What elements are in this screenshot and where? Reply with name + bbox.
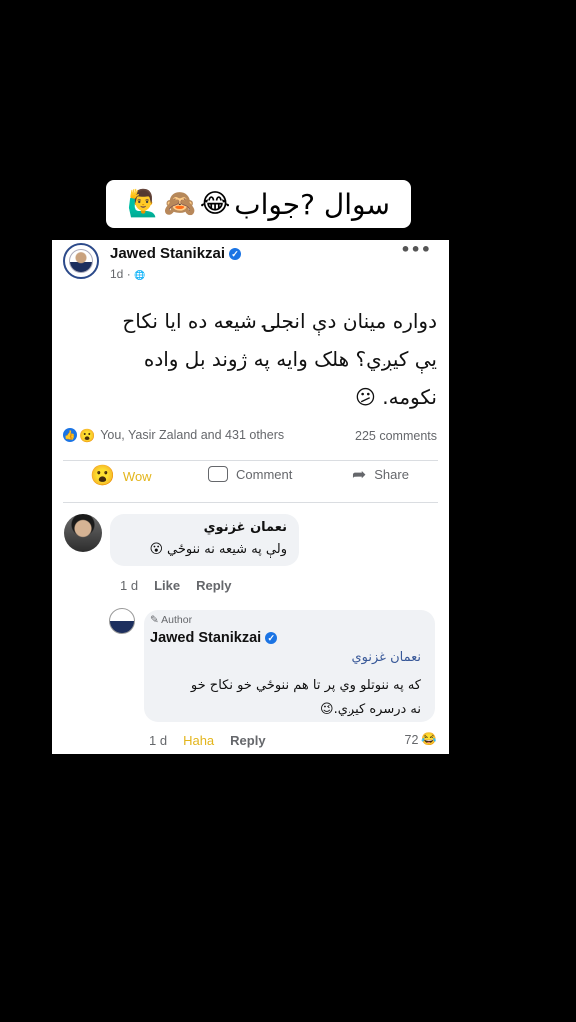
wow-label: Wow: [122, 468, 152, 484]
share-label: Share: [374, 467, 409, 482]
comment-body: ولې په شيعه نه ننوځي: [167, 542, 287, 557]
meta-separator: ·: [126, 267, 131, 281]
post-author-name[interactable]: Jawed Stanikzai: [110, 245, 225, 262]
reply-text-line-1: که په ننوتلو وي پر تا هم ننوځي خو نکاح خ…: [190, 678, 421, 693]
reply-author[interactable]: Jawed Stanikzai ✓: [150, 630, 278, 646]
comment-label: Comment: [236, 466, 293, 482]
reply-author-name[interactable]: Jawed Stanikzai: [150, 630, 261, 646]
post-text-line-2: يې کيږي؟ هلک وايه په ژوند بل واده: [143, 347, 437, 371]
reply-reaction-number: 72: [404, 732, 419, 747]
post-text-line-1: دواره مينان دې انجلۍ شيعه ده ايا نکاح: [122, 309, 437, 333]
raising-hand-icon: 🙋‍♂️: [127, 189, 160, 219]
facebook-post-card: Jawed Stanikzai ✓ 1d · 🌐 ••• دواره مينان …: [52, 240, 449, 754]
wow-reaction-icon: 😮: [79, 427, 96, 443]
reactions-text: You, Yasir Zaland and 431 others: [100, 428, 285, 442]
caption-banner: سوال ?جواب 😂 🙈 🙋‍♂️: [106, 180, 411, 228]
see-no-evil-monkey-icon: 🙈: [163, 189, 196, 219]
post-text: دواره مينان دې انجلۍ شيعه ده ايا نکاح يې…: [67, 302, 437, 416]
globe-icon: 🌐: [134, 270, 146, 280]
laughing-reaction-icon: 😂: [421, 732, 437, 746]
comment-bubble-icon: [208, 466, 228, 482]
like-reaction-icon: 👍: [63, 428, 77, 442]
author-avatar[interactable]: [63, 243, 99, 279]
reply-mention[interactable]: نعمان غزنوي: [351, 650, 421, 665]
astonished-face-icon: 😮: [149, 542, 164, 557]
reactions-summary[interactable]: 👍 😮 You, Yasir Zaland and 431 others: [63, 428, 284, 442]
winking-face-icon: 😉: [320, 702, 334, 717]
reply-reaction-count[interactable]: 72 😂: [405, 732, 437, 747]
reply-author-avatar[interactable]: [109, 608, 135, 634]
reply-bubble: ✎ Author Jawed Stanikzai ✓ نعمان غزنوي که…: [144, 610, 435, 722]
reply-text: که په ننوتلو وي پر تا هم ننوځي خو نکاح خ…: [151, 674, 421, 722]
comment-like-button[interactable]: Like: [154, 578, 180, 593]
comment-meta: 1 d Like Reply: [120, 578, 232, 593]
post-time[interactable]: 1d: [110, 267, 123, 281]
reply-text-line-2: نه درسره کيږي.: [333, 702, 421, 717]
comments-count[interactable]: 225 comments: [355, 429, 437, 443]
reply-reply-button[interactable]: Reply: [230, 733, 265, 748]
share-button[interactable]: ➦ Share: [352, 466, 409, 483]
comment-button[interactable]: Comment: [208, 466, 292, 482]
wow-button[interactable]: 😮 Wow: [90, 466, 152, 486]
commenter-name[interactable]: نعمان غزنوي: [204, 520, 287, 535]
author-tag: ✎ Author: [150, 614, 193, 626]
divider: [63, 460, 438, 461]
wow-face-icon: 😮: [90, 465, 115, 487]
laughing-emoji-icon: 😂: [199, 189, 231, 219]
reply-haha-button[interactable]: Haha: [183, 733, 214, 748]
divider: [63, 502, 438, 503]
comment-bubble: نعمان غزنوي ولې په شيعه نه ننوځي 😮: [110, 514, 299, 566]
caption-text: سوال ?جواب: [234, 187, 390, 221]
more-options-icon[interactable]: •••: [400, 240, 431, 259]
post-author[interactable]: Jawed Stanikzai ✓: [110, 245, 242, 262]
post-meta: 1d · 🌐: [110, 267, 145, 281]
confused-face-icon: 😕: [355, 385, 376, 409]
comment-reply-button[interactable]: Reply: [196, 578, 231, 593]
share-arrow-icon: ➦: [352, 465, 367, 484]
comment-text: ولې په شيعه نه ننوځي 😮: [149, 542, 287, 557]
verified-badge-icon: ✓: [229, 248, 242, 261]
post-text-line-3: نکومه.: [382, 385, 437, 409]
post-actions-bar: 😮 Wow Comment ➦ Share: [52, 466, 449, 496]
reply-time[interactable]: 1 d: [149, 733, 167, 748]
reply-meta: 1 d Haha Reply: [149, 733, 266, 748]
comment-time[interactable]: 1 d: [120, 578, 138, 593]
verified-badge-icon: ✓: [265, 632, 278, 645]
commenter-avatar[interactable]: [64, 514, 102, 552]
